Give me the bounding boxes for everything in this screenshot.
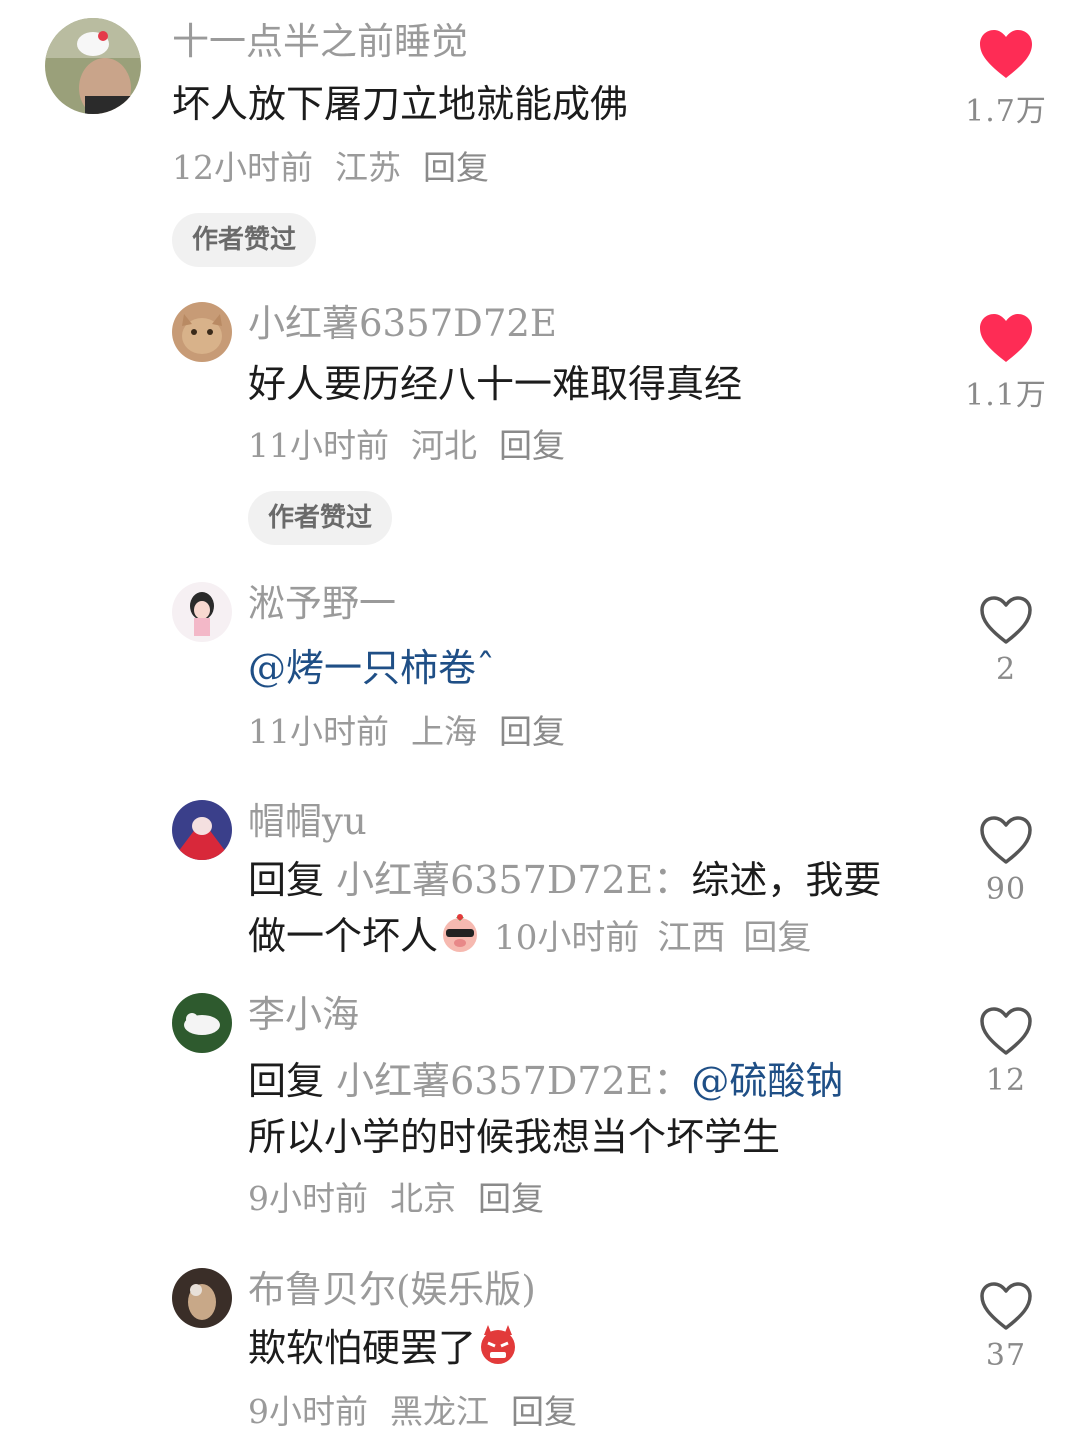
comment-time: 11小时前	[248, 426, 389, 465]
avatar-image	[45, 18, 141, 114]
comment-time: 9小时前	[248, 1179, 368, 1218]
mention-link[interactable]: @烤一只柿卷ˆ	[248, 646, 495, 690]
comment-location: 河北	[411, 426, 477, 465]
like-count: 90	[985, 872, 1027, 907]
comment-item: 布鲁贝尔(娱乐版) 欺软怕硬罢了 9小时前 黑龙江 回复 37	[0, 1262, 1080, 1452]
like-count: 37	[985, 1338, 1027, 1373]
comment-time: 10小时前	[494, 918, 640, 958]
avatar[interactable]	[172, 800, 232, 860]
username[interactable]: 布鲁贝尔(娱乐版)	[248, 1268, 536, 1312]
avatar[interactable]	[172, 1268, 232, 1328]
comment-location: 上海	[411, 712, 477, 751]
reply-prefix: 回复	[248, 858, 325, 902]
heart-outline-icon	[980, 596, 1032, 644]
comment-meta: 10小时前 江西 回复	[494, 918, 811, 958]
reply-button[interactable]: 回复	[743, 918, 811, 958]
comment-text[interactable]: 坏人放下屠刀立地就能成佛	[172, 76, 628, 132]
comment-time: 12小时前	[172, 148, 313, 187]
comment-time: 9小时前	[248, 1392, 368, 1431]
reply-button[interactable]: 回复	[499, 426, 565, 465]
like-button[interactable]: 12	[960, 1005, 1052, 1098]
heart-outline-icon	[980, 1282, 1032, 1330]
username[interactable]: 淞予野一	[248, 582, 396, 626]
username[interactable]: 小红薯6357D72E	[248, 302, 557, 346]
avatar-image	[172, 993, 232, 1053]
like-count: 12	[985, 1063, 1027, 1098]
comment-location: 江苏	[335, 148, 401, 187]
comment-text[interactable]: 欺软怕硬罢了	[248, 1320, 520, 1376]
comment-location: 北京	[390, 1179, 456, 1218]
comment-location: 江西	[657, 918, 726, 958]
comment-meta: 9小时前 黑龙江 回复	[248, 1392, 599, 1432]
heart-filled-icon	[980, 314, 1032, 362]
comment-location: 黑龙江	[390, 1392, 489, 1431]
mention-link[interactable]: @硫酸钠	[691, 1059, 843, 1103]
avatar-image	[172, 302, 232, 362]
comment-meta: 9小时前 北京 回复	[248, 1179, 566, 1219]
comment-text[interactable]: @烤一只柿卷ˆ	[248, 640, 495, 696]
username[interactable]: 李小海	[248, 993, 359, 1037]
comment-text[interactable]: 回复 小红薯6357D72E：综述，我要	[248, 852, 881, 908]
avatar[interactable]	[172, 582, 232, 642]
comment-text-continued[interactable]: 做一个坏人 10小时前 江西 回复	[248, 908, 811, 966]
comment-text-body: 欺软怕硬罢了	[248, 1326, 477, 1370]
avatar[interactable]	[172, 993, 232, 1053]
comment-text[interactable]: 好人要历经八十一难取得真经	[248, 356, 742, 412]
avatar-image	[172, 582, 232, 642]
reply-button[interactable]: 回复	[511, 1392, 577, 1431]
avatar-image	[172, 800, 232, 860]
reply-target-username[interactable]: 小红薯6357D72E：	[336, 1059, 691, 1103]
reply-prefix: 回复	[248, 1059, 325, 1103]
reply-button[interactable]: 回复	[478, 1179, 544, 1218]
like-button[interactable]: 90	[960, 814, 1052, 907]
comment-item: 十一点半之前睡觉 坏人放下屠刀立地就能成佛 12小时前 江苏 回复 作者赞过 1.7…	[0, 0, 1080, 280]
like-button[interactable]: 1.7万	[960, 28, 1052, 130]
avatar[interactable]	[45, 18, 141, 114]
like-button[interactable]: 37	[960, 1280, 1052, 1373]
reply-target-username[interactable]: 小红薯6357D72E：	[336, 858, 691, 902]
author-liked-badge: 作者赞过	[172, 213, 317, 267]
comment-meta: 11小时前 上海 回复	[248, 712, 587, 752]
comment-meta: 12小时前 江苏 回复	[172, 148, 511, 188]
comment-text-continued[interactable]: 所以小学的时候我想当个坏学生	[248, 1109, 780, 1165]
comment-item: 帽帽yu 回复 小红薯6357D72E：综述，我要 做一个坏人 10小时前 江西回…	[0, 790, 1080, 980]
reply-button[interactable]: 回复	[499, 712, 565, 751]
comment-meta: 11小时前 河北 回复	[248, 426, 587, 466]
comment-text-line1: 综述，我要	[691, 858, 882, 902]
comment-time: 11小时前	[248, 712, 389, 751]
sunglasses-pig-emoji	[438, 911, 482, 955]
like-count: 1.7万	[965, 94, 1047, 129]
angry-devil-emoji	[476, 1323, 520, 1367]
avatar-image	[172, 1268, 232, 1328]
like-count: 2	[995, 652, 1017, 687]
heart-outline-icon	[980, 1007, 1032, 1055]
username[interactable]: 十一点半之前睡觉	[172, 20, 468, 64]
comment-item: 淞予野一 @烤一只柿卷ˆ 11小时前 上海 回复 2	[0, 570, 1080, 780]
like-button[interactable]: 2	[960, 594, 1052, 687]
comment-text[interactable]: 回复 小红薯6357D72E：@硫酸钠	[248, 1053, 843, 1109]
reply-button[interactable]: 回复	[423, 148, 489, 187]
comment-item: 李小海 回复 小红薯6357D72E：@硫酸钠 所以小学的时候我想当个坏学生 9…	[0, 985, 1080, 1245]
comment-item: 小红薯6357D72E 好人要历经八十一难取得真经 11小时前 河北 回复 作者赞过…	[0, 290, 1080, 560]
comment-text-line2: 做一个坏人	[248, 914, 439, 958]
username[interactable]: 帽帽yu	[248, 800, 367, 844]
like-count: 1.1万	[965, 378, 1047, 413]
heart-filled-icon	[980, 30, 1032, 78]
like-button[interactable]: 1.1万	[960, 312, 1052, 414]
heart-outline-icon	[980, 816, 1032, 864]
author-liked-badge: 作者赞过	[248, 491, 393, 545]
avatar[interactable]	[172, 302, 232, 362]
